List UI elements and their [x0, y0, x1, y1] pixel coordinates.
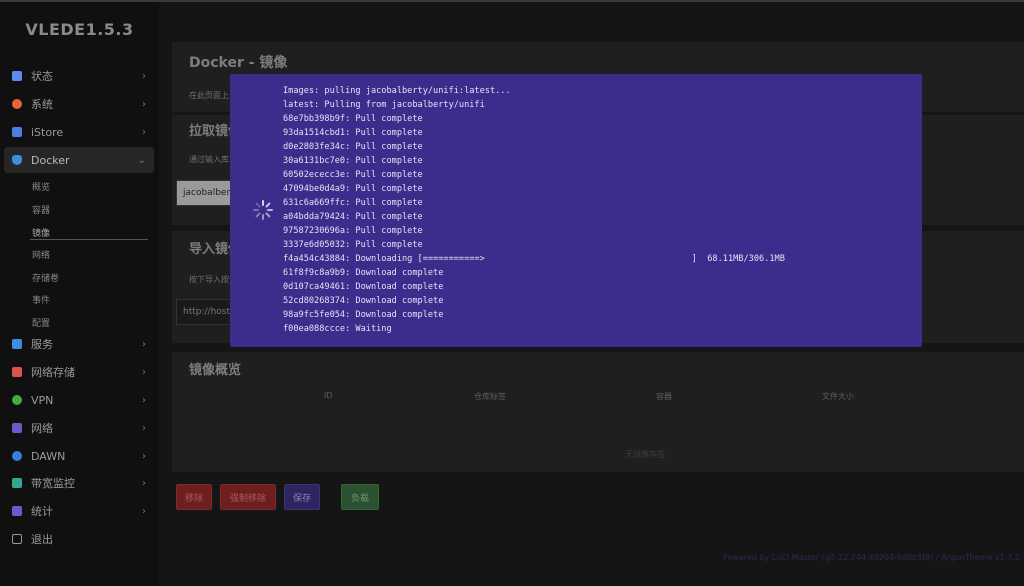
loading-spinner-icon — [253, 200, 273, 220]
log-line: 98a9fc5fe054: Download complete — [283, 310, 444, 320]
log-line: 68e7bb398b9f: Pull complete — [283, 114, 423, 124]
log-line: 30a6131bc7e0: Pull complete — [283, 156, 423, 166]
log-line: latest: Pulling from jacobalberty/unifi — [283, 100, 485, 110]
log-line: 3337e6d05032: Pull complete — [283, 240, 423, 250]
log-line: a04bdda79424: Pull complete — [283, 212, 423, 222]
log-line: f00ea088ccce: Waiting — [283, 324, 392, 334]
log-line: 631c6a669ffc: Pull complete — [283, 198, 423, 208]
log-line: 0d107ca49461: Download complete — [283, 282, 444, 292]
log-line: 60502ececc3e: Pull complete — [283, 170, 423, 180]
log-line: 97587230696a: Pull complete — [283, 226, 423, 236]
log-line: 61f8f9c8a9b9: Download complete — [283, 268, 444, 278]
log-line: d0e2803fe34c: Pull complete — [283, 142, 423, 152]
pull-log-output: Images: pulling jacobalberty/unifi:lates… — [283, 84, 785, 336]
log-line: Images: pulling jacobalberty/unifi:lates… — [283, 86, 511, 96]
log-line: f4a454c43884: Downloading [===========> … — [283, 254, 785, 264]
log-line: 47094be0d4a9: Pull complete — [283, 184, 423, 194]
log-line: 52cd80268374: Download complete — [283, 296, 444, 306]
log-line: 93da1514cbd1: Pull complete — [283, 128, 423, 138]
